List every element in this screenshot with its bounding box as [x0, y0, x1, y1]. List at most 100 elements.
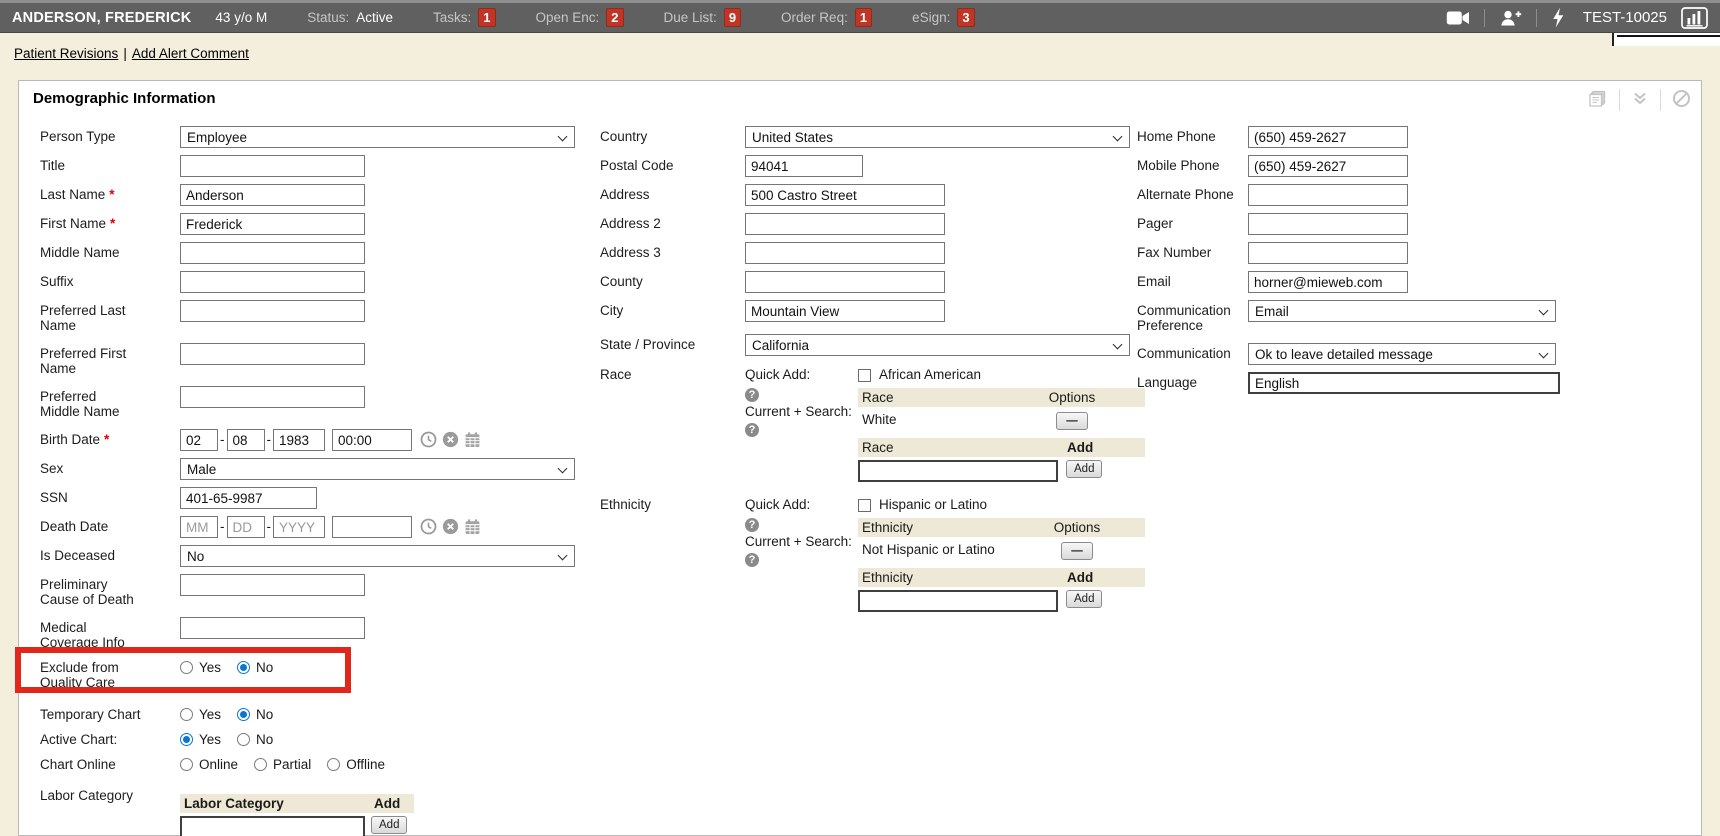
journal-icon[interactable]	[1586, 88, 1608, 111]
ethnicity-quick-add-checkbox[interactable]	[858, 499, 871, 512]
suffix-input[interactable]	[180, 271, 365, 293]
ethnicity-search-input[interactable]	[858, 590, 1058, 612]
calendar-icon[interactable]	[464, 431, 481, 451]
state-province-field: State / Province California	[600, 334, 1145, 356]
field-label: Pager	[1137, 216, 1173, 231]
middle-name-input[interactable]	[180, 242, 365, 264]
birth-time-input[interactable]	[332, 429, 412, 451]
remove-race-button[interactable]: —	[1056, 412, 1088, 430]
communication-select[interactable]: Ok to leave detailed message	[1248, 343, 1556, 365]
radio-label: Partial	[273, 756, 311, 772]
due-list-badge[interactable]: 9	[724, 8, 741, 27]
column-header: Add	[1063, 568, 1107, 587]
help-icon[interactable]	[745, 518, 759, 532]
home-phone-input[interactable]	[1248, 126, 1408, 148]
help-icon[interactable]	[745, 553, 759, 567]
tasks-badge[interactable]: 1	[478, 8, 495, 27]
city-input[interactable]	[745, 300, 945, 322]
patient-revisions-link[interactable]: Patient Revisions	[14, 46, 118, 61]
death-month-input[interactable]	[180, 516, 218, 538]
field-label: Country	[600, 129, 647, 144]
order-req-badge[interactable]: 1	[855, 8, 872, 27]
ssn-input[interactable]	[180, 487, 317, 509]
chart-icon[interactable]	[1681, 7, 1708, 29]
person-type-select[interactable]: Employee	[180, 126, 575, 148]
address2-field: Address 2	[600, 213, 1145, 235]
partial-popup-edge	[1612, 33, 1720, 46]
video-camera-icon[interactable]	[1446, 10, 1470, 26]
death-day-input[interactable]	[227, 516, 265, 538]
preferred-middle-name-input[interactable]	[180, 386, 365, 408]
contact-column: Home Phone Mobile Phone Alternate Phone …	[1137, 126, 1702, 401]
ban-icon[interactable]	[1672, 89, 1691, 111]
birth-day-input[interactable]	[227, 429, 265, 451]
field-label: Preliminary Cause of Death	[40, 577, 136, 607]
field-label: Fax Number	[1137, 245, 1211, 260]
labor-category-add-button[interactable]: Add	[371, 816, 407, 834]
title-input[interactable]	[180, 155, 365, 177]
add-person-icon[interactable]	[1499, 9, 1522, 27]
mobile-phone-input[interactable]	[1248, 155, 1408, 177]
death-year-input[interactable]	[273, 516, 325, 538]
preferred-last-name-input[interactable]	[180, 300, 365, 322]
first-name-input[interactable]	[180, 213, 365, 235]
ethnicity-add-button[interactable]: Add	[1066, 590, 1102, 608]
sex-select[interactable]: Male	[180, 458, 575, 480]
county-input[interactable]	[745, 271, 945, 293]
chart-online-radio[interactable]	[180, 758, 193, 771]
temporary-chart-no-radio[interactable]	[237, 708, 250, 721]
help-icon[interactable]	[745, 423, 759, 437]
quick-add-label: Quick Add:	[745, 367, 858, 382]
clock-icon[interactable]	[420, 431, 437, 451]
address-input[interactable]	[745, 184, 945, 206]
remove-ethnicity-button[interactable]: —	[1061, 542, 1093, 560]
is-deceased-select[interactable]: No	[180, 545, 575, 567]
alternate-phone-input[interactable]	[1248, 184, 1408, 206]
clear-date-icon[interactable]	[442, 431, 459, 451]
radio-label: Yes	[199, 706, 221, 722]
add-alert-comment-link[interactable]: Add Alert Comment	[132, 46, 249, 61]
temporary-chart-yes-radio[interactable]	[180, 708, 193, 721]
country-select[interactable]: United States	[745, 126, 1130, 148]
chevron-down-icon	[1539, 349, 1549, 359]
language-input[interactable]	[1248, 372, 1560, 394]
birth-month-input[interactable]	[180, 429, 218, 451]
birth-year-input[interactable]	[273, 429, 325, 451]
preferred-first-name-input[interactable]	[180, 343, 365, 365]
fax-number-input[interactable]	[1248, 242, 1408, 264]
address2-input[interactable]	[745, 213, 945, 235]
calendar-icon[interactable]	[464, 518, 481, 538]
ethnicity-row-value: Not Hispanic or Latino	[858, 540, 1038, 559]
help-icon[interactable]	[745, 388, 759, 402]
collapse-icon[interactable]	[1631, 89, 1649, 110]
chart-offline-radio[interactable]	[327, 758, 340, 771]
clock-icon[interactable]	[420, 518, 437, 538]
lightning-icon[interactable]	[1551, 7, 1565, 28]
last-name-input[interactable]	[180, 184, 365, 206]
race-search-input[interactable]	[858, 460, 1058, 482]
fax-number-field: Fax Number	[1137, 242, 1702, 264]
address3-input[interactable]	[745, 242, 945, 264]
communication-preference-select[interactable]: Email	[1248, 300, 1556, 322]
active-chart-yes-radio[interactable]	[180, 733, 193, 746]
death-time-input[interactable]	[332, 516, 412, 538]
column-header: Ethnicity	[858, 568, 1063, 587]
pager-input[interactable]	[1248, 213, 1408, 235]
medical-coverage-input[interactable]	[180, 617, 365, 639]
chart-partial-radio[interactable]	[254, 758, 267, 771]
email-input[interactable]	[1248, 271, 1408, 293]
field-label: Email	[1137, 274, 1171, 289]
postal-code-input[interactable]	[745, 155, 863, 177]
exclude-quality-yes-radio[interactable]	[180, 661, 193, 674]
esign-badge[interactable]: 3	[957, 8, 974, 27]
preliminary-cause-input[interactable]	[180, 574, 365, 596]
labor-category-input[interactable]	[180, 816, 365, 836]
state-province-select[interactable]: California	[745, 334, 1130, 356]
race-quick-add-checkbox[interactable]	[858, 369, 871, 382]
exclude-quality-no-radio[interactable]	[237, 661, 250, 674]
clear-date-icon[interactable]	[442, 518, 459, 538]
race-add-button[interactable]: Add	[1066, 460, 1102, 478]
active-chart-no-radio[interactable]	[237, 733, 250, 746]
active-chart-field: Active Chart: Yes No	[40, 729, 596, 747]
open-enc-badge[interactable]: 2	[606, 8, 623, 27]
